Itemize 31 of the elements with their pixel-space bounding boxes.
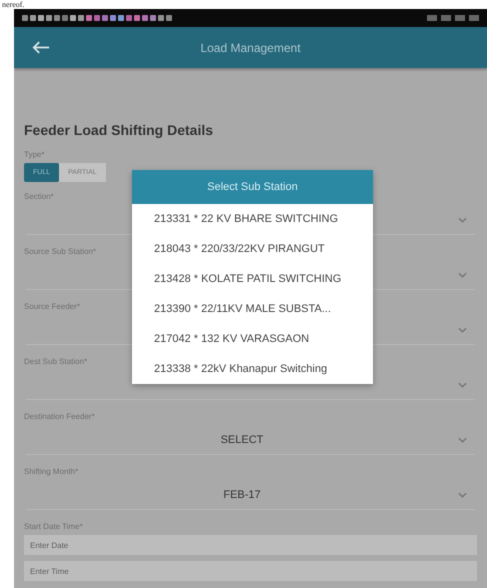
sub-station-option[interactable]: 213390 * 22/11KV MALE SUBSTA...: [132, 294, 373, 324]
dropdown-field[interactable]: FEB-17: [26, 480, 475, 510]
input-field[interactable]: Enter Date: [24, 535, 477, 555]
sub-station-option[interactable]: 218043 * 220/33/22KV PIRANGUT: [132, 234, 373, 264]
notification-icons-icon: [22, 15, 172, 21]
back-arrow-icon[interactable]: [32, 41, 50, 54]
chevron-down-icon: [458, 326, 467, 332]
sub-station-option[interactable]: 213331 * 22 KV BHARE SWITCHING: [132, 204, 373, 234]
dialog-title: Select Sub Station: [132, 170, 373, 204]
system-status-icon: [427, 15, 479, 21]
page-fragment-text: nereof.: [2, 0, 24, 9]
field-label: Start Date Time*: [24, 522, 83, 531]
field-label: Source Feeder*: [24, 302, 80, 311]
dropdown-field[interactable]: SELECT: [26, 425, 475, 455]
sub-station-option[interactable]: 213428 * KOLATE PATIL SWITCHING: [132, 264, 373, 294]
chevron-down-icon: [458, 272, 467, 278]
field-label: Dest Sub Station*: [24, 357, 88, 366]
sub-station-option[interactable]: 213338 * 22kV Khanapur Switching: [132, 354, 373, 384]
field-label: Type*: [24, 150, 44, 159]
sub-station-option[interactable]: 217042 * 132 KV VARASGAON: [132, 324, 373, 354]
field-label: Destination Feeder*: [24, 412, 95, 421]
app-bar-title: Load Management: [199, 40, 302, 54]
chevron-down-icon: [458, 382, 467, 388]
field-label: Source Sub Station*: [24, 247, 96, 256]
chevron-down-icon: [458, 436, 467, 442]
form-title: Feeder Load Shifting Details: [24, 122, 214, 138]
input-field[interactable]: Enter Time: [24, 561, 477, 581]
field-label: Section*: [24, 192, 54, 201]
chevron-down-icon: [458, 492, 467, 498]
field-label: Shifting Month*: [24, 467, 78, 476]
chevron-down-icon: [458, 216, 467, 222]
